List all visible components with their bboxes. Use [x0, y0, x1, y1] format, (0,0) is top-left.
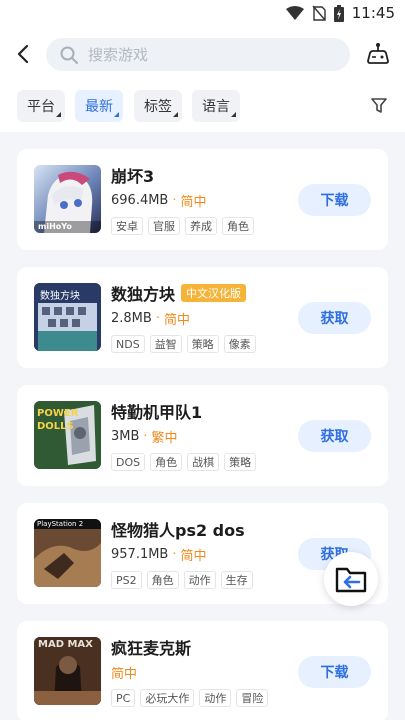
- filter-latest-label: 最新: [85, 99, 113, 115]
- meta-separator: ·: [172, 547, 177, 562]
- chevron-left-icon: [17, 44, 29, 64]
- get-button[interactable]: 获取: [298, 420, 371, 452]
- game-meta: 3MB · 繁中: [111, 427, 178, 446]
- tag: 战棋: [187, 453, 220, 471]
- top-bar: 搜索游戏: [0, 28, 405, 80]
- game-title-row: 数独方块 中文汉化版: [111, 281, 247, 305]
- thumbnail-caption: miHoYo: [38, 222, 72, 231]
- game-thumbnail: 数独方块: [34, 283, 101, 351]
- battery-icon: [333, 4, 344, 22]
- filter-latest[interactable]: 最新: [75, 90, 123, 122]
- filter-language[interactable]: 语言: [192, 90, 240, 122]
- thumbnail-caption: POWER DOLLS: [37, 408, 79, 432]
- wifi-icon: [285, 6, 304, 20]
- filter-platform-label: 平台: [27, 99, 55, 115]
- game-size: 2.8MB: [111, 311, 152, 326]
- tag: 策略: [224, 453, 257, 471]
- game-language: 繁中: [151, 431, 178, 446]
- game-title-row: 崩坏3: [111, 163, 154, 187]
- tag: 策略: [186, 335, 219, 353]
- game-thumbnail: MAD MAX: [34, 637, 101, 705]
- game-card[interactable]: POWER DOLLS 特勤机甲队1 3MB · 繁中 DOS 角色 战棋 策略…: [17, 385, 388, 486]
- game-meta: 2.8MB · 简中: [111, 309, 190, 328]
- filter-platform[interactable]: 平台: [17, 90, 65, 122]
- game-meta: 简中: [111, 663, 137, 682]
- game-tags: PC 必玩大作 动作 冒险: [111, 689, 269, 707]
- game-title-row: 怪物猎人ps2 dos: [111, 517, 245, 541]
- game-tags: PS2 角色 动作 生存: [111, 571, 253, 589]
- tag: 必玩大作: [140, 689, 195, 707]
- game-title: 疯狂麦克斯: [111, 639, 192, 658]
- tag: PS2: [111, 571, 142, 589]
- meta-separator: ·: [143, 429, 148, 444]
- tag: 角色: [222, 217, 254, 235]
- tag: 养成: [185, 217, 217, 235]
- filter-tags-label: 标签: [144, 99, 172, 115]
- game-thumbnail: POWER DOLLS: [34, 401, 101, 469]
- tag: NDS: [111, 335, 145, 353]
- game-title-row: 疯狂麦克斯: [111, 635, 191, 659]
- game-thumbnail: miHoYo: [34, 165, 101, 233]
- search-icon: [60, 46, 78, 64]
- game-title: 崩坏3: [111, 167, 155, 186]
- game-meta: 957.1MB · 简中: [111, 545, 207, 564]
- game-language: 简中: [180, 549, 207, 564]
- game-size: 696.4MB: [111, 193, 169, 208]
- game-language: 简中: [180, 195, 207, 210]
- filter-language-label: 语言: [202, 99, 230, 115]
- tag: PC: [111, 689, 136, 707]
- status-icons: 11:45: [285, 4, 395, 22]
- status-bar: 11:45: [0, 0, 405, 28]
- thumbnail-caption: 数独方块: [40, 291, 80, 302]
- game-title: 数独方块: [111, 285, 176, 304]
- game-title: 特勤机甲队1: [111, 403, 203, 422]
- filter-funnel-icon[interactable]: [371, 98, 387, 114]
- game-size: 957.1MB: [111, 547, 169, 562]
- game-tags: NDS 益智 策略 像素: [111, 335, 256, 353]
- status-time: 11:45: [351, 4, 395, 22]
- thumbnail-caption: PlayStation 2: [37, 520, 84, 528]
- game-tags: 安卓 官服 养成 角色: [111, 217, 254, 235]
- tag: 安卓: [111, 217, 143, 235]
- floating-import-button[interactable]: [324, 552, 378, 606]
- meta-separator: ·: [172, 193, 177, 208]
- search-input[interactable]: 搜索游戏: [46, 38, 350, 71]
- game-language: 简中: [163, 313, 190, 328]
- filter-tags[interactable]: 标签: [134, 90, 182, 122]
- tag: 像素: [223, 335, 256, 353]
- tag: DOS: [111, 453, 146, 471]
- game-title-row: 特勤机甲队1: [111, 399, 202, 423]
- no-sim-icon: [312, 5, 326, 21]
- game-card[interactable]: MAD MAX 疯狂麦克斯 简中 PC 必玩大作 动作 冒险 下载: [17, 621, 388, 720]
- tag: 角色: [150, 453, 183, 471]
- tag: 生存: [220, 571, 253, 589]
- tag: 动作: [199, 689, 232, 707]
- game-title: 怪物猎人ps2 dos: [111, 521, 245, 540]
- game-size: 3MB: [111, 429, 140, 444]
- game-tags: DOS 角色 战棋 策略: [111, 453, 257, 471]
- download-button[interactable]: 下载: [298, 184, 371, 216]
- download-button[interactable]: 下载: [298, 656, 371, 688]
- translation-badge: 中文汉化版: [181, 284, 247, 302]
- tag: 益智: [149, 335, 182, 353]
- filter-bar: 平台 最新 标签 语言: [0, 80, 405, 132]
- game-thumbnail: PlayStation 2: [34, 519, 101, 587]
- thumbnail-caption: MAD MAX: [38, 639, 93, 650]
- back-button[interactable]: [12, 40, 34, 68]
- gamepad-icon[interactable]: [365, 41, 391, 67]
- tag: 动作: [183, 571, 216, 589]
- folder-import-icon: [335, 567, 367, 593]
- tag: 角色: [146, 571, 179, 589]
- game-language: 简中: [111, 667, 138, 682]
- get-button[interactable]: 获取: [298, 302, 371, 334]
- tag: 官服: [148, 217, 180, 235]
- monster-art-icon: [34, 519, 101, 587]
- tag: 冒险: [236, 689, 269, 707]
- game-card[interactable]: miHoYo 崩坏3 696.4MB · 简中 安卓 官服 养成 角色 下载: [17, 149, 388, 250]
- meta-separator: ·: [155, 311, 160, 326]
- game-card[interactable]: 数独方块 数独方块 中文汉化版 2.8MB · 简中 NDS 益智 策略 像素 …: [17, 267, 388, 368]
- game-meta: 696.4MB · 简中: [111, 191, 207, 210]
- search-placeholder: 搜索游戏: [88, 46, 149, 64]
